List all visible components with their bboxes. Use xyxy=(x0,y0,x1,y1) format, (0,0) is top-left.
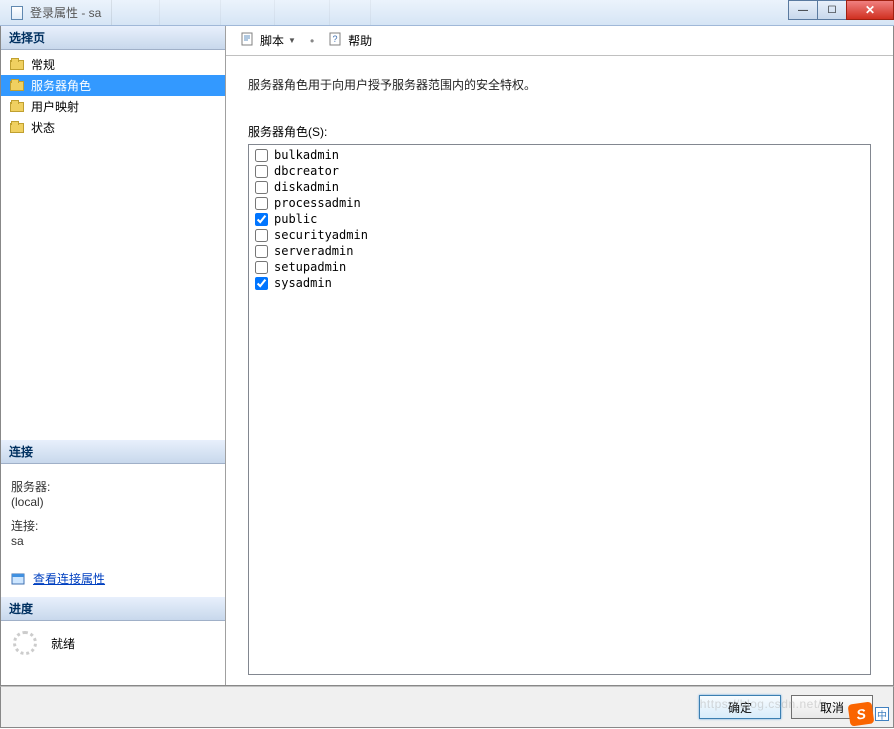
window-controls: — ☐ ✕ xyxy=(789,0,894,20)
role-row[interactable]: public xyxy=(251,211,868,227)
role-name: serveradmin xyxy=(274,244,353,258)
maximize-button[interactable]: ☐ xyxy=(817,0,847,20)
role-checkbox[interactable] xyxy=(255,181,268,194)
script-icon xyxy=(240,31,256,50)
role-row[interactable]: securityadmin xyxy=(251,227,868,243)
role-checkbox[interactable] xyxy=(255,165,268,178)
background-tab xyxy=(221,0,275,25)
background-tab xyxy=(330,0,371,25)
main-panel: 脚本 ▼ • ? 帮助 服务器角色用于向用户授予服务器范围内的安全特权。 服务器… xyxy=(226,26,893,685)
role-name: setupadmin xyxy=(274,260,346,274)
app-icon xyxy=(10,6,24,20)
background-tab xyxy=(275,0,329,25)
role-checkbox[interactable] xyxy=(255,149,268,162)
titlebar: 登录属性 - sa — ☐ ✕ xyxy=(0,0,894,26)
page-icon xyxy=(9,100,25,114)
role-checkbox[interactable] xyxy=(255,261,268,274)
connection-value: sa xyxy=(11,534,215,548)
server-value: (local) xyxy=(11,495,215,509)
ok-button[interactable]: 确定 xyxy=(699,695,781,719)
window-title-segment: 登录属性 - sa xyxy=(0,0,112,25)
role-checkbox[interactable] xyxy=(255,213,268,226)
role-row[interactable]: processadmin xyxy=(251,195,868,211)
properties-icon xyxy=(11,571,27,587)
ime-lang-icon[interactable]: 中 xyxy=(875,707,889,721)
role-row[interactable]: sysadmin xyxy=(251,275,868,291)
page-label: 常规 xyxy=(31,56,55,73)
progress-block: 就绪 xyxy=(1,621,225,665)
sidebar: 选择页 常规服务器角色用户映射状态 连接 服务器: (local) 连接: sa… xyxy=(1,26,226,685)
chevron-down-icon: ▼ xyxy=(288,36,296,45)
background-tab xyxy=(112,0,160,25)
sidebar-page-item[interactable]: 常规 xyxy=(1,54,225,75)
view-connection-props-label: 查看连接属性 xyxy=(33,570,105,587)
script-label: 脚本 xyxy=(260,32,284,49)
page-icon xyxy=(9,79,25,93)
role-name: dbcreator xyxy=(274,164,339,178)
dialog-footer: 确定 取消 https://blog.csdn.net/... S 中 xyxy=(0,686,894,728)
role-checkbox[interactable] xyxy=(255,245,268,258)
server-label: 服务器: xyxy=(11,478,215,495)
window-title: 登录属性 - sa xyxy=(30,4,101,21)
role-row[interactable]: dbcreator xyxy=(251,163,868,179)
role-name: processadmin xyxy=(274,196,361,210)
role-row[interactable]: setupadmin xyxy=(251,259,868,275)
toolbar-separator: • xyxy=(306,34,318,48)
role-name: diskadmin xyxy=(274,180,339,194)
page-label: 服务器角色 xyxy=(31,77,91,94)
progress-status: 就绪 xyxy=(51,635,75,652)
help-button[interactable]: ? 帮助 xyxy=(324,29,376,52)
help-icon: ? xyxy=(328,31,344,50)
role-checkbox[interactable] xyxy=(255,277,268,290)
server-roles-listbox[interactable]: bulkadmin dbcreator diskadmin processadmin p… xyxy=(248,144,871,675)
sidebar-spacer xyxy=(1,142,225,440)
role-name: public xyxy=(274,212,317,226)
connection-label: 连接: xyxy=(11,517,215,534)
sidebar-page-item[interactable]: 用户映射 xyxy=(1,96,225,117)
role-name: securityadmin xyxy=(274,228,368,242)
connection-info: 服务器: (local) 连接: sa 查看连接属性 xyxy=(1,464,225,597)
role-row[interactable]: serveradmin xyxy=(251,243,868,259)
content-area: 服务器角色用于向用户授予服务器范围内的安全特权。 服务器角色(S): bulka… xyxy=(226,56,893,685)
page-label: 状态 xyxy=(31,119,55,136)
script-button[interactable]: 脚本 ▼ xyxy=(236,29,300,52)
role-row[interactable]: diskadmin xyxy=(251,179,868,195)
view-connection-props-link[interactable]: 查看连接属性 xyxy=(11,566,105,591)
ime-indicator: S 中 xyxy=(849,703,889,725)
dialog-body: 选择页 常规服务器角色用户映射状态 连接 服务器: (local) 连接: sa… xyxy=(0,26,894,686)
role-checkbox[interactable] xyxy=(255,197,268,210)
role-checkbox[interactable] xyxy=(255,229,268,242)
select-page-header: 选择页 xyxy=(1,26,225,50)
page-icon xyxy=(9,121,25,135)
toolbar: 脚本 ▼ • ? 帮助 xyxy=(226,26,893,56)
background-tab xyxy=(160,0,221,25)
progress-spinner-icon xyxy=(13,631,37,655)
sidebar-page-item[interactable]: 状态 xyxy=(1,117,225,138)
description-text: 服务器角色用于向用户授予服务器范围内的安全特权。 xyxy=(248,76,871,93)
page-label: 用户映射 xyxy=(31,98,79,115)
progress-header: 进度 xyxy=(1,597,225,621)
role-name: bulkadmin xyxy=(274,148,339,162)
dialog-window: 登录属性 - sa — ☐ ✕ 选择页 常规服务器角色用户映射状态 连接 xyxy=(0,0,894,729)
svg-text:?: ? xyxy=(333,34,338,44)
help-label: 帮助 xyxy=(348,32,372,49)
page-icon xyxy=(9,58,25,72)
minimize-button[interactable]: — xyxy=(788,0,818,20)
role-name: sysadmin xyxy=(274,276,332,290)
sidebar-page-item[interactable]: 服务器角色 xyxy=(1,75,225,96)
roles-label: 服务器角色(S): xyxy=(248,123,871,140)
close-button[interactable]: ✕ xyxy=(846,0,894,20)
role-row[interactable]: bulkadmin xyxy=(251,147,868,163)
connection-header: 连接 xyxy=(1,440,225,464)
sogou-ime-icon[interactable]: S xyxy=(848,701,875,726)
page-list: 常规服务器角色用户映射状态 xyxy=(1,50,225,142)
